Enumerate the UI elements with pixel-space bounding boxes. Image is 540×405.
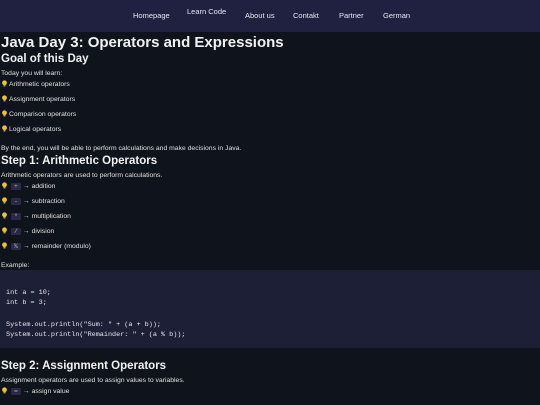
step2-heading: Step 2: Assignment Operators: [1, 360, 167, 372]
page-title: Java Day 3: Operators and Expressions: [1, 34, 284, 51]
goal-list-item: Comparison operators: [1, 110, 76, 118]
goal-item-label: Comparison operators: [9, 111, 77, 118]
lightbulb-icon: [1, 182, 8, 189]
operator-list-item: / → division: [1, 227, 54, 235]
operator-code: -: [11, 198, 21, 205]
operator-desc: → subtraction: [22, 198, 65, 205]
top-nav: Homepage Learn Code About us Contakt Par…: [0, 0, 540, 32]
nav-partner[interactable]: Partner: [339, 11, 364, 20]
operator-list-item: - → subtraction: [1, 197, 65, 205]
lightbulb-icon: [1, 212, 8, 219]
lightbulb-icon: [1, 80, 8, 87]
goal-item-label: Assignment operators: [9, 96, 76, 103]
goal-list-item: Assignment operators: [1, 95, 75, 103]
lightbulb-icon: [1, 242, 8, 249]
code-line: System.out.println("Sum: " + (a + b));: [6, 321, 161, 329]
goal-outro: By the end, you will be able to perform …: [1, 145, 242, 152]
operator-code: %: [11, 243, 21, 250]
operator-desc: → addition: [22, 183, 56, 190]
operator-desc: → division: [22, 228, 55, 235]
operator-code: *: [11, 213, 21, 220]
lightbulb-icon: [1, 125, 8, 132]
goal-item-label: Logical operators: [9, 126, 62, 133]
lightbulb-icon: [1, 110, 8, 117]
code-line: int a = 10;: [6, 289, 51, 297]
goal-item-label: Arithmetic operators: [9, 81, 70, 88]
operator-desc: → multiplication: [22, 213, 71, 220]
operator-desc: → assign value: [22, 388, 70, 395]
goal-list-item: Logical operators: [1, 125, 61, 133]
operator-code: /: [11, 228, 21, 235]
nav-learn-code[interactable]: Learn Code: [187, 7, 226, 16]
operator-code: +: [11, 183, 21, 190]
code-block: int a = 10; int b = 3; System.out.printl…: [0, 270, 540, 348]
lightbulb-icon: [1, 95, 8, 102]
goal-intro: Today you will learn:: [1, 70, 63, 77]
nav-about-us[interactable]: About us: [245, 11, 275, 20]
goal-heading: Goal of this Day: [1, 53, 89, 65]
lightbulb-icon: [1, 227, 8, 234]
nav-german[interactable]: German: [383, 11, 410, 20]
operator-list-item: % → remainder (modulo): [1, 242, 91, 250]
lightbulb-icon: [1, 197, 8, 204]
operator-list-item: = → assign value: [1, 387, 69, 395]
step2-intro: Assignment operators are used to assign …: [1, 377, 185, 384]
step1-heading: Step 1: Arithmetic Operators: [1, 155, 158, 167]
lightbulb-icon: [1, 387, 8, 394]
example-label: Example:: [1, 262, 30, 269]
goal-list-item: Arithmetic operators: [1, 80, 70, 88]
step1-intro: Arithmetic operators are used to perform…: [1, 172, 163, 179]
operator-desc: → remainder (modulo): [22, 243, 91, 250]
nav-contakt[interactable]: Contakt: [293, 11, 319, 20]
nav-homepage[interactable]: Homepage: [133, 11, 170, 20]
operator-list-item: + → addition: [1, 182, 55, 190]
code-line: int b = 3;: [6, 299, 47, 307]
operator-list-item: * → multiplication: [1, 212, 71, 220]
code-line: System.out.println("Remainder: " + (a % …: [6, 331, 186, 339]
operator-code: =: [11, 388, 21, 395]
